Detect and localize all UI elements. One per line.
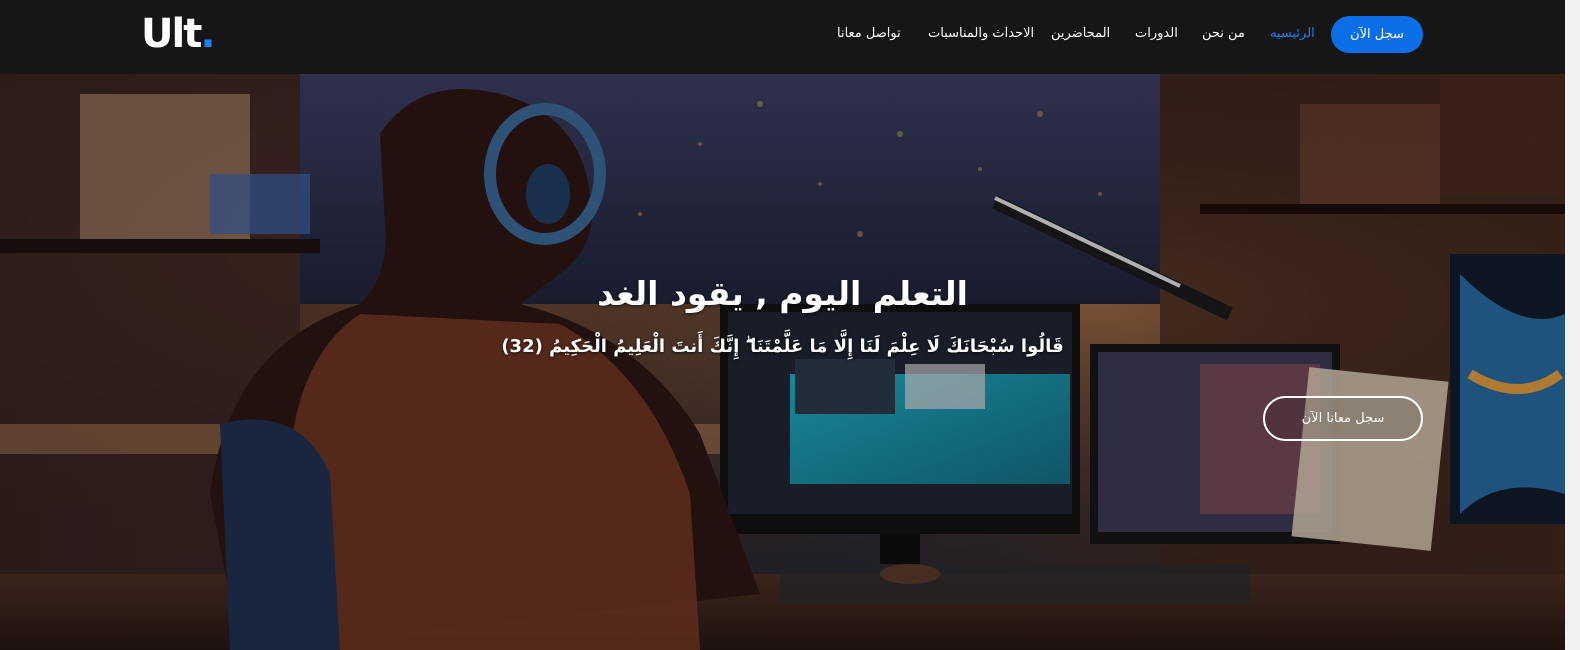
nav-link-events[interactable]: الاحداث والمناسبات: [928, 26, 1034, 42]
logo-dot: .: [200, 11, 215, 57]
nav-link-home[interactable]: الرئيسيه: [1270, 26, 1315, 42]
top-navbar: Ult. الرئيسيه من نحن الدورات المحاضرين ا…: [0, 0, 1565, 74]
register-now-button[interactable]: سجل الآن: [1331, 16, 1423, 53]
hero-title: التعلم اليوم , يقود الغد: [597, 274, 968, 313]
page-scrollbar[interactable]: [1565, 0, 1580, 650]
nav-link-courses[interactable]: الدورات: [1135, 26, 1178, 42]
nav-link-contact[interactable]: تواصل معانا: [837, 26, 901, 42]
nav-link-instructors[interactable]: المحاضرين: [1051, 26, 1110, 42]
nav-link-about[interactable]: من نحن: [1202, 26, 1245, 42]
hero-section: التعلم اليوم , يقود الغد قَالُوا سُبْحَا…: [0, 74, 1565, 650]
logo-text: Ult: [141, 11, 202, 57]
hero-overlay: [0, 74, 1565, 650]
hero-subtitle-verse: قَالُوا سُبْحَانَكَ لَا عِلْمَ لَنَا إِل…: [501, 336, 1064, 357]
join-us-now-button[interactable]: سجل معانا الآن: [1263, 396, 1423, 441]
brand-logo[interactable]: Ult.: [141, 11, 216, 57]
